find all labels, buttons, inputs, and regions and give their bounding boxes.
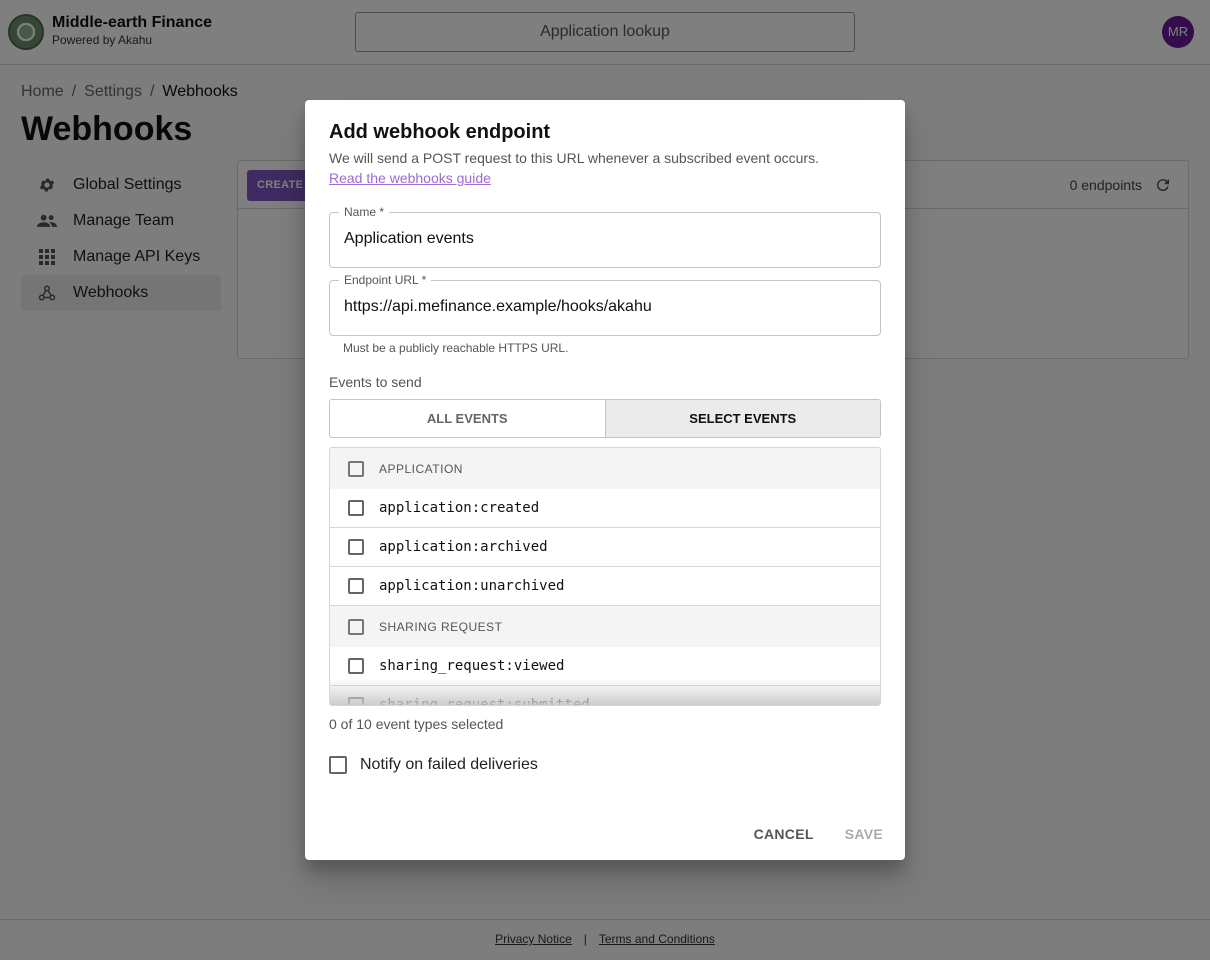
event-checkbox[interactable] — [348, 658, 364, 674]
group-checkbox[interactable] — [348, 460, 364, 477]
notify-label: Notify on failed deliveries — [360, 756, 538, 773]
event-checkbox[interactable] — [348, 697, 364, 705]
event-name: application:unarchived — [379, 578, 565, 594]
event-name: application:archived — [379, 539, 548, 555]
cancel-button[interactable]: CANCEL — [754, 826, 814, 842]
endpoint-url-label: Endpoint URL * — [339, 273, 432, 287]
event-checkbox[interactable] — [348, 578, 364, 594]
name-field-label: Name * — [339, 205, 390, 219]
event-item[interactable]: sharing_request:viewed — [330, 647, 880, 686]
event-item[interactable]: application:created — [330, 489, 880, 528]
event-checkbox[interactable] — [348, 500, 364, 516]
event-list[interactable]: APPLICATION application:created applicat… — [329, 447, 881, 706]
event-item[interactable]: sharing_request:submitted — [330, 686, 880, 706]
dialog-description: We will send a POST request to this URL … — [329, 150, 819, 166]
event-name: sharing_request:submitted — [379, 697, 590, 706]
endpoint-url-helper: Must be a publicly reachable HTTPS URL. — [343, 341, 569, 355]
endpoint-url-value[interactable]: https://api.mefinance.example/hooks/akah… — [344, 298, 652, 316]
name-field[interactable]: Name * Application events — [329, 205, 881, 268]
save-button[interactable]: SAVE — [845, 826, 883, 842]
event-group-sharing-request[interactable]: SHARING REQUEST — [330, 606, 880, 647]
webhooks-guide-link[interactable]: Read the webhooks guide — [329, 170, 491, 186]
event-checkbox[interactable] — [348, 539, 364, 555]
events-mode-toggle: ALL EVENTS SELECT EVENTS — [329, 399, 881, 438]
endpoint-url-field[interactable]: Endpoint URL * https://api.mefinance.exa… — [329, 273, 881, 336]
event-name: application:created — [379, 500, 540, 516]
notify-failed-toggle[interactable]: Notify on failed deliveries — [329, 756, 538, 774]
select-events-button[interactable]: SELECT EVENTS — [604, 400, 880, 437]
add-webhook-dialog: Add webhook endpoint We will send a POST… — [305, 100, 905, 860]
notify-checkbox[interactable] — [329, 756, 347, 774]
dialog-title: Add webhook endpoint — [329, 121, 551, 143]
event-group-application[interactable]: APPLICATION — [330, 448, 880, 489]
all-events-button[interactable]: ALL EVENTS — [330, 400, 605, 437]
event-item[interactable]: application:unarchived — [330, 567, 880, 606]
event-item[interactable]: application:archived — [330, 528, 880, 567]
group-checkbox[interactable] — [348, 618, 364, 635]
event-name: sharing_request:viewed — [379, 658, 565, 674]
group-label: APPLICATION — [379, 461, 463, 476]
events-label: Events to send — [329, 374, 422, 390]
selected-count: 0 of 10 event types selected — [329, 716, 504, 732]
group-label: SHARING REQUEST — [379, 619, 503, 634]
dialog-actions: CANCEL SAVE — [723, 826, 883, 842]
name-field-value[interactable]: Application events — [344, 230, 474, 248]
